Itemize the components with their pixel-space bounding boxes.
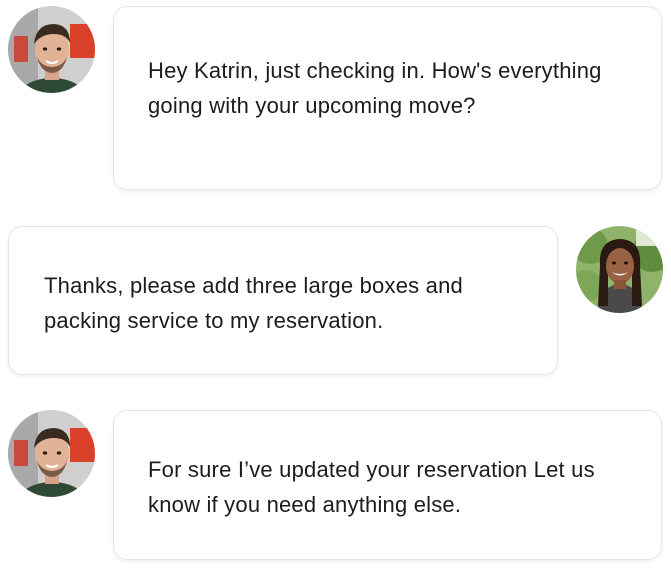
message-bubble-agent: Hey Katrin, just checking in. How's ever…	[113, 6, 662, 190]
agent-avatar	[8, 410, 95, 497]
customer-avatar-icon	[576, 226, 663, 313]
agent-avatar-icon	[8, 6, 95, 93]
message-bubble-customer: Thanks, please add three large boxes and…	[8, 226, 558, 375]
agent-avatar	[8, 6, 95, 93]
message-text: Hey Katrin, just checking in. How's ever…	[148, 58, 602, 118]
message-text: Thanks, please add three large boxes and…	[44, 273, 463, 333]
message-text: For sure I’ve updated your reservation L…	[148, 457, 595, 517]
message-bubble-agent: For sure I’ve updated your reservation L…	[113, 410, 662, 560]
agent-avatar-icon	[8, 410, 95, 497]
customer-avatar	[576, 226, 663, 313]
chat-conversation: Hey Katrin, just checking in. How's ever…	[0, 0, 671, 572]
